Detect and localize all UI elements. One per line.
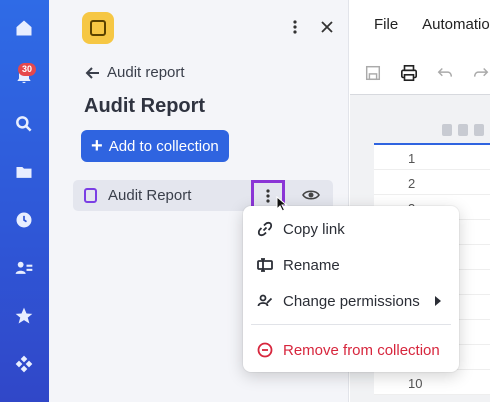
lock-icon[interactable] bbox=[474, 124, 484, 136]
document-icon bbox=[84, 188, 97, 203]
folder-icon[interactable] bbox=[12, 160, 36, 184]
menu-item-change-permissions[interactable]: Change permissions bbox=[243, 286, 459, 316]
app-logo bbox=[82, 12, 114, 44]
comment-icon[interactable] bbox=[458, 124, 468, 136]
panel-more-icon[interactable] bbox=[289, 16, 301, 38]
close-icon[interactable] bbox=[317, 16, 337, 38]
add-to-collection-button[interactable]: + Add to collection bbox=[81, 130, 229, 162]
menu-file[interactable]: File bbox=[374, 16, 398, 33]
plus-icon: + bbox=[91, 135, 103, 157]
menu-item-remove[interactable]: Remove from collection bbox=[243, 335, 459, 365]
attachment-icon[interactable] bbox=[442, 124, 452, 136]
menu-item-rename[interactable]: Rename bbox=[243, 250, 459, 280]
kebab-icon bbox=[266, 188, 270, 203]
menu-bar: File Automatio bbox=[350, 0, 490, 48]
clock-icon[interactable] bbox=[12, 208, 36, 232]
toolbar bbox=[350, 56, 490, 90]
mouse-cursor-icon bbox=[276, 196, 288, 212]
row-number[interactable]: 2 bbox=[374, 170, 490, 195]
notification-badge: 30 bbox=[18, 63, 37, 76]
copy-link-label: Copy link bbox=[283, 220, 345, 238]
search-icon[interactable] bbox=[12, 112, 36, 136]
rename-label: Rename bbox=[283, 256, 340, 274]
users-icon[interactable] bbox=[12, 256, 36, 280]
column-header-icons bbox=[442, 124, 484, 136]
change-permissions-label: Change permissions bbox=[283, 292, 420, 310]
back-link-label: Audit report bbox=[107, 64, 185, 81]
user-permissions-icon bbox=[257, 294, 273, 307]
print-icon[interactable] bbox=[400, 63, 418, 83]
redo-icon[interactable] bbox=[472, 63, 490, 83]
chevron-right-icon bbox=[435, 296, 441, 306]
back-link[interactable]: Audit report bbox=[85, 64, 185, 81]
page-title: Audit Report bbox=[84, 95, 206, 117]
menu-item-copy-link[interactable]: Copy link bbox=[243, 214, 459, 244]
collection-item-label: Audit Report bbox=[108, 187, 192, 204]
row-number[interactable]: 10 bbox=[374, 370, 490, 395]
remove-label: Remove from collection bbox=[283, 341, 440, 359]
save-icon[interactable] bbox=[364, 63, 382, 83]
item-context-menu: Copy link Rename Change permissions Remo… bbox=[243, 206, 459, 372]
menu-divider bbox=[251, 324, 451, 325]
home-icon[interactable] bbox=[12, 16, 36, 40]
menu-automation[interactable]: Automatio bbox=[422, 16, 490, 33]
add-to-collection-label: Add to collection bbox=[108, 137, 219, 155]
link-icon bbox=[257, 221, 273, 237]
arrow-left-icon bbox=[85, 66, 99, 79]
star-icon[interactable] bbox=[12, 304, 36, 328]
rename-icon bbox=[257, 258, 273, 272]
row-number[interactable]: 1 bbox=[374, 145, 490, 170]
remove-icon bbox=[257, 342, 273, 358]
app-rail: 30 bbox=[0, 0, 49, 402]
apps-icon[interactable] bbox=[12, 352, 36, 376]
undo-icon[interactable] bbox=[436, 63, 454, 83]
eye-icon[interactable] bbox=[302, 187, 320, 203]
